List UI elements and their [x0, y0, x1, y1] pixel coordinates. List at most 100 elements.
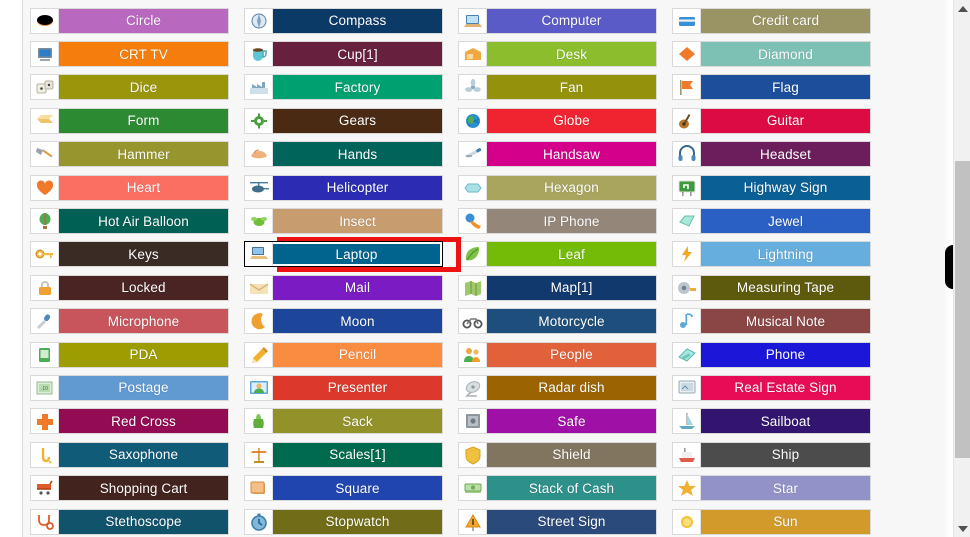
icon-grid-cell: Diamond: [672, 37, 886, 70]
icon-list-item[interactable]: Presenter: [244, 374, 443, 401]
icon-list-item[interactable]: Credit card: [672, 7, 871, 34]
helicopter-icon: [245, 175, 273, 200]
scroll-down-arrow-icon[interactable]: [954, 520, 970, 537]
icon-list-item[interactable]: Keys: [30, 241, 229, 268]
icon-list-item[interactable]: Desk: [458, 41, 657, 68]
icon-list-item[interactable]: Square: [244, 475, 443, 502]
icon-grid-container: Circle Compass Computer Credit card CRT TV Cu…: [23, 0, 933, 537]
icon-item-label: Dice: [59, 75, 228, 100]
icon-item-label: Lightning: [701, 242, 870, 267]
icon-list-item[interactable]: Map[1]: [458, 274, 657, 301]
icon-list-item[interactable]: Real Estate Sign: [672, 374, 871, 401]
icon-list-item[interactable]: Hot Air Balloon: [30, 208, 229, 235]
icon-list-item[interactable]: Headset: [672, 141, 871, 168]
icon-grid-cell: Street Sign: [458, 505, 672, 537]
icon-list-item[interactable]: Measuring Tape: [672, 274, 871, 301]
icon-list-item[interactable]: Sailboat: [672, 408, 871, 435]
icon-item-label: Shield: [487, 442, 656, 467]
icon-grid-cell: Pencil: [244, 338, 458, 371]
shield-icon: [459, 442, 487, 467]
icon-item-label: Desk: [487, 42, 656, 67]
hands-icon: [245, 142, 273, 167]
icon-grid-cell: Guitar: [672, 104, 886, 137]
icon-list-item[interactable]: Safe: [458, 408, 657, 435]
icon-list-item[interactable]: Radar dish: [458, 374, 657, 401]
icon-list-item[interactable]: Dice: [30, 74, 229, 101]
icon-list-item[interactable]: Cup[1]: [244, 41, 443, 68]
icon-list-item[interactable]: PDA: [30, 341, 229, 368]
icon-list-item[interactable]: Fan: [458, 74, 657, 101]
icon-item-label: Cup[1]: [273, 42, 442, 67]
icon-list-item[interactable]: Motorcycle: [458, 308, 657, 335]
icon-grid-cell: IP Phone: [458, 204, 672, 237]
icon-item-label: Shopping Cart: [59, 476, 228, 501]
postage-icon: .10: [31, 375, 59, 400]
flag-icon: [673, 75, 701, 100]
factory-icon: [245, 75, 273, 100]
icon-list-item[interactable]: Sack: [244, 408, 443, 435]
icon-list-item[interactable]: Flag: [672, 74, 871, 101]
icon-item-label: Stopwatch: [273, 509, 442, 534]
icon-grid-cell: Helicopter: [244, 171, 458, 204]
icon-list-item[interactable]: Globe: [458, 107, 657, 134]
icon-list-item[interactable]: Insect: [244, 208, 443, 235]
icon-list-item[interactable]: Laptop: [244, 241, 443, 268]
scrollbar-thumb[interactable]: [955, 161, 970, 458]
icon-list-item[interactable]: Helicopter: [244, 174, 443, 201]
icon-list-item[interactable]: Phone: [672, 341, 871, 368]
icon-list-item[interactable]: Saxophone: [30, 441, 229, 468]
icon-list-item[interactable]: Hexagon: [458, 174, 657, 201]
icon-list-item[interactable]: Musical Note: [672, 308, 871, 335]
icon-grid-cell: Square: [244, 471, 458, 504]
icon-grid-cell: PDA: [30, 338, 244, 371]
icon-list-item[interactable]: Gears: [244, 107, 443, 134]
icon-list-item[interactable]: Computer: [458, 7, 657, 34]
icon-list-item[interactable]: Handsaw: [458, 141, 657, 168]
icon-list-item[interactable]: Leaf: [458, 241, 657, 268]
icon-list-item[interactable]: Street Sign: [458, 508, 657, 535]
icon-list-item[interactable]: Compass: [244, 7, 443, 34]
vertical-scrollbar[interactable]: [953, 0, 970, 537]
icon-list-item[interactable]: Stack of Cash: [458, 475, 657, 502]
icon-list-item[interactable]: Scales[1]: [244, 441, 443, 468]
icon-list-item[interactable]: Stopwatch: [244, 508, 443, 535]
icon-list-item[interactable]: Form: [30, 107, 229, 134]
icon-item-label: Sack: [273, 409, 442, 434]
icon-list-item[interactable]: Shield: [458, 441, 657, 468]
icon-grid-cell: Hexagon: [458, 171, 672, 204]
icon-list-item[interactable]: Factory: [244, 74, 443, 101]
icon-list-item[interactable]: Stethoscope: [30, 508, 229, 535]
icon-list-item[interactable]: Star: [672, 475, 871, 502]
icon-grid-cell: Credit card: [672, 4, 886, 37]
icon-list-item[interactable]: Locked: [30, 274, 229, 301]
pencil-icon: [245, 342, 273, 367]
icon-list-item[interactable]: Mail: [244, 274, 443, 301]
icon-list-item[interactable]: People: [458, 341, 657, 368]
scroll-up-arrow-icon[interactable]: [954, 0, 970, 17]
icon-grid-cell: Sack: [244, 405, 458, 438]
icon-list-item[interactable]: CRT TV: [30, 41, 229, 68]
icon-item-label: Helicopter: [273, 175, 442, 200]
icon-list-item[interactable]: IP Phone: [458, 208, 657, 235]
handsaw-icon: [459, 142, 487, 167]
icon-list-item[interactable]: Pencil: [244, 341, 443, 368]
icon-list-item[interactable]: Guitar: [672, 107, 871, 134]
icon-list-item[interactable]: Heart: [30, 174, 229, 201]
icon-grid-cell: Red Cross: [30, 405, 244, 438]
icon-list-item[interactable]: Hands: [244, 141, 443, 168]
icon-list-item[interactable]: Hammer: [30, 141, 229, 168]
icon-list-item[interactable]: Microphone: [30, 308, 229, 335]
icon-list-item[interactable]: Jewel: [672, 208, 871, 235]
icon-list-item[interactable]: Sun: [672, 508, 871, 535]
icon-grid-cell: Stethoscope: [30, 505, 244, 537]
icon-list-item[interactable]: Lightning: [672, 241, 871, 268]
icon-list-item[interactable]: .10 Postage: [30, 374, 229, 401]
icon-list-item[interactable]: Moon: [244, 308, 443, 335]
icon-list-item[interactable]: Highway Sign: [672, 174, 871, 201]
icon-list-item[interactable]: Diamond: [672, 41, 871, 68]
icon-list-item[interactable]: Shopping Cart: [30, 475, 229, 502]
icon-list-item[interactable]: Red Cross: [30, 408, 229, 435]
icon-list-item[interactable]: Ship: [672, 441, 871, 468]
icon-list-item[interactable]: Circle: [30, 7, 229, 34]
guitar-icon: [673, 108, 701, 133]
